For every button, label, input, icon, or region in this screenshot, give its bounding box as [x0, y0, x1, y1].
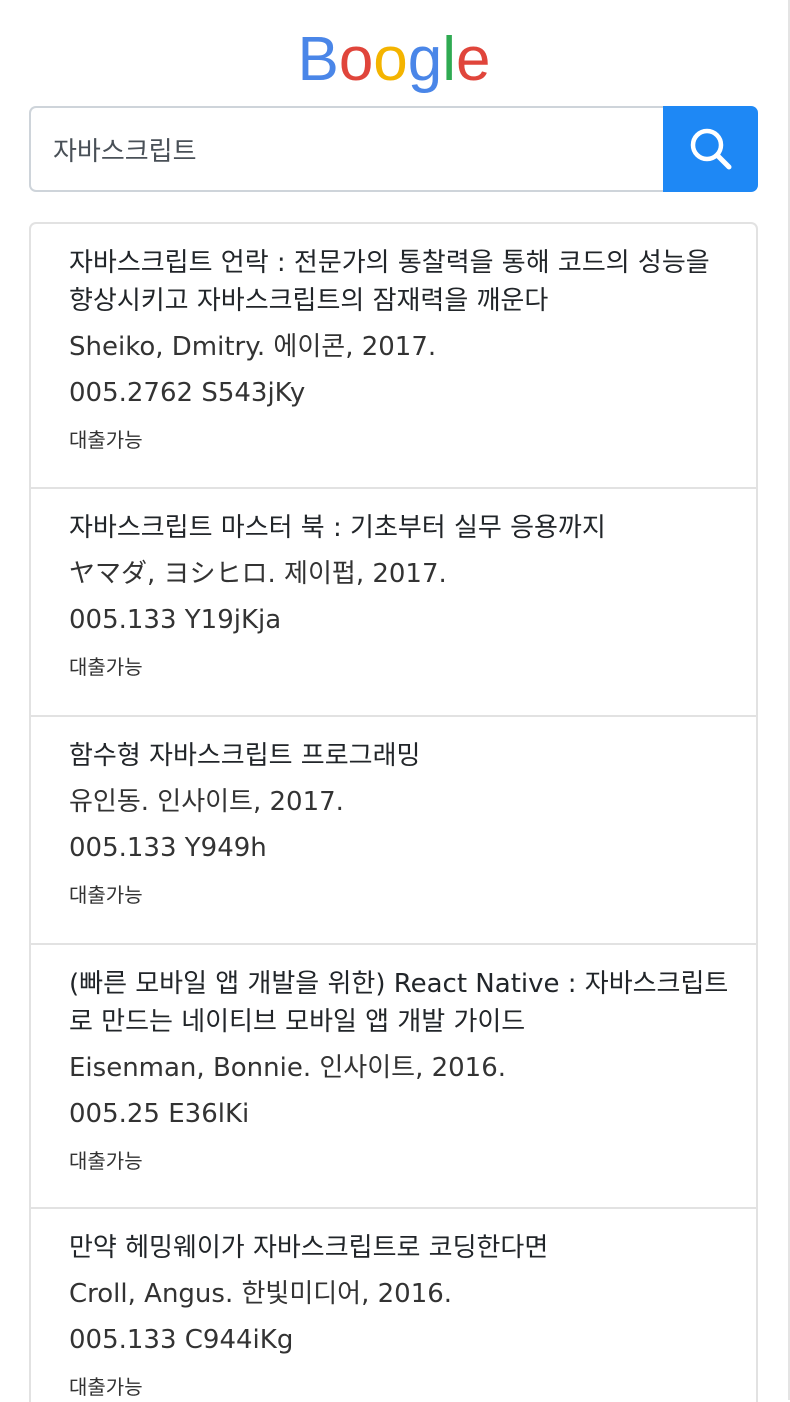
result-author: ヤマダ, ヨシヒロ. 제이펍, 2017. [69, 559, 447, 589]
result-author: 유인동. 인사이트, 2017. [69, 787, 344, 817]
search-bar [29, 106, 758, 192]
result-item[interactable]: 자바스크립트 마스터 북 : 기초부터 실무 응용까지 ヤマダ, ヨシヒロ. 제… [31, 489, 756, 717]
result-status: 대출가능 [69, 1149, 143, 1173]
logo-letter: o [338, 25, 374, 94]
result-title[interactable]: 함수형 자바스크립트 프로그래밍 [69, 737, 736, 775]
result-item[interactable]: 자바스크립트 언락 : 전문가의 통찰력을 통해 코드의 성능을 향상시키고 자… [31, 224, 756, 489]
boogle-logo: Boogle [0, 24, 788, 96]
logo-letter: e [456, 25, 491, 94]
result-item[interactable]: (빠른 모바일 앱 개발을 위한) React Native : 자바스크립트로… [31, 945, 756, 1209]
result-call-number: 005.133 Y949h [69, 833, 267, 863]
search-results-list: 자바스크립트 언락 : 전문가의 통찰력을 통해 코드의 성능을 향상시키고 자… [29, 222, 758, 1402]
result-status: 대출가능 [69, 655, 143, 679]
result-call-number: 005.133 C944iKg [69, 1325, 294, 1355]
logo-letter: B [297, 25, 339, 94]
result-item[interactable]: 만약 헤밍웨이가 자바스크립트로 코딩한다면 Croll, Angus. 한빛미… [31, 1209, 756, 1402]
result-item[interactable]: 함수형 자바스크립트 프로그래밍 유인동. 인사이트, 2017. 005.13… [31, 717, 756, 945]
result-status: 대출가능 [69, 428, 143, 452]
result-call-number: 005.2762 S543jKy [69, 378, 306, 408]
result-status: 대출가능 [69, 883, 143, 907]
result-title[interactable]: 자바스크립트 언락 : 전문가의 통찰력을 통해 코드의 성능을 향상시키고 자… [69, 244, 736, 320]
search-button[interactable] [663, 106, 758, 192]
result-author: Croll, Angus. 한빛미디어, 2016. [69, 1279, 453, 1309]
result-title[interactable]: 자바스크립트 마스터 북 : 기초부터 실무 응용까지 [69, 509, 736, 547]
result-title[interactable]: (빠른 모바일 앱 개발을 위한) React Native : 자바스크립트로… [69, 965, 736, 1041]
logo-letter: g [407, 25, 443, 94]
logo-letter: l [442, 25, 457, 94]
logo-letter: o [373, 25, 408, 94]
result-author: Sheiko, Dmitry. 에이콘, 2017. [69, 332, 437, 362]
result-author: Eisenman, Bonnie. 인사이트, 2016. [69, 1053, 507, 1083]
search-icon [690, 128, 731, 170]
result-status: 대출가능 [69, 1375, 143, 1399]
result-call-number: 005.133 Y19jKja [69, 605, 282, 635]
search-input[interactable] [29, 106, 665, 192]
result-title[interactable]: 만약 헤밍웨이가 자바스크립트로 코딩한다면 [69, 1229, 736, 1267]
result-call-number: 005.25 E36lKi [69, 1099, 250, 1129]
